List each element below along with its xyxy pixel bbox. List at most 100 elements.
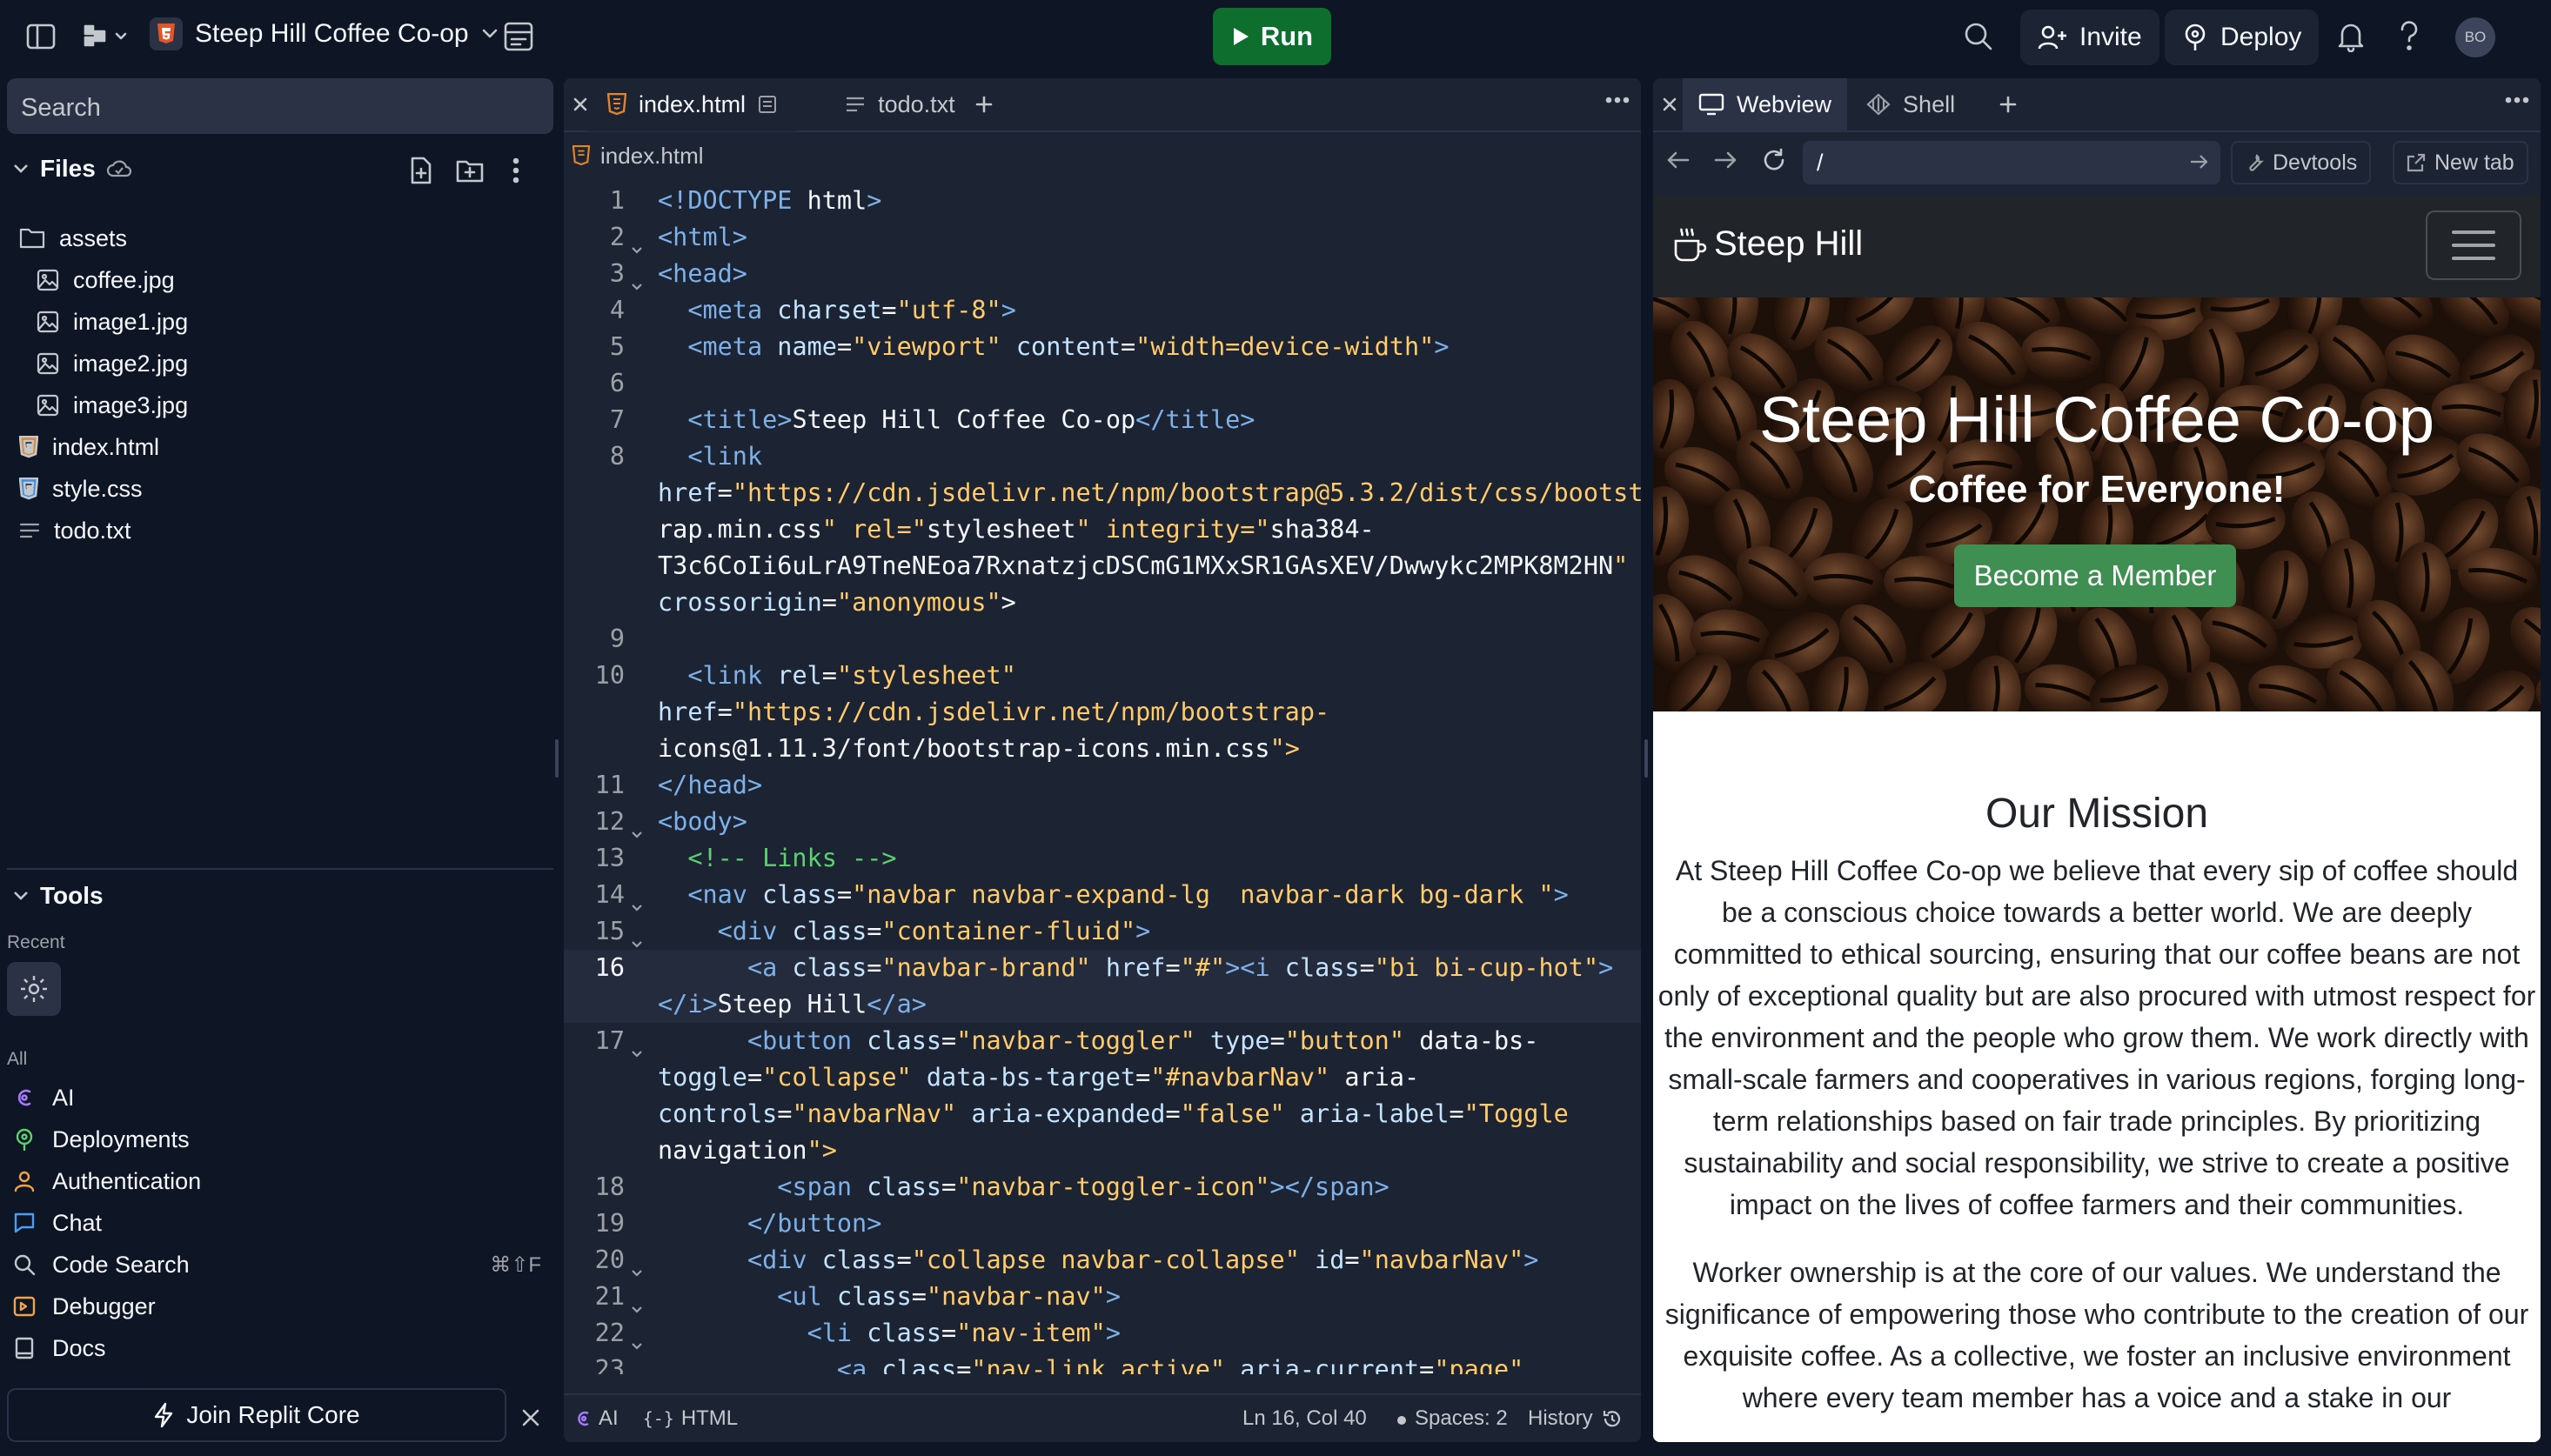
file-name: index.html (52, 433, 160, 460)
fold-chevron-icon[interactable] (630, 1291, 644, 1327)
code-area[interactable]: 1 <!DOCTYPE html> 2 <html> 3 <head> 4 <meta ch… (564, 183, 1641, 1374)
fold-chevron-icon[interactable] (630, 889, 644, 925)
file-item[interactable]: coffee.jpg (37, 259, 175, 301)
tool-label: Code Search (52, 1251, 190, 1278)
tab-todo-txt[interactable]: todo.txt (826, 78, 974, 131)
run-button[interactable]: Run (1213, 8, 1331, 65)
tool-debugger[interactable]: Debugger (12, 1286, 546, 1327)
become-member-button[interactable]: Become a Member (1954, 544, 2236, 607)
file-item[interactable]: image3.jpg (37, 384, 188, 426)
join-core-button[interactable]: Join Replit Core (7, 1388, 506, 1442)
project-switcher[interactable]: Steep Hill Coffee Co-op (150, 17, 499, 50)
sidebar-toggle-icon[interactable] (26, 23, 56, 50)
ai-status[interactable]: AI (576, 1406, 619, 1431)
deploy-icon (2185, 23, 2206, 50)
tool-label: Debugger (52, 1292, 156, 1319)
tool-chat[interactable]: Chat (12, 1202, 546, 1244)
file-item[interactable]: index.html (19, 426, 159, 468)
more-options-icon[interactable] (512, 157, 520, 184)
tab-shell[interactable]: Shell (1847, 78, 1974, 131)
tool-ai[interactable]: AI (12, 1077, 546, 1119)
language-status[interactable]: {-} HTML (643, 1406, 738, 1431)
fold-chevron-icon[interactable] (630, 1035, 644, 1072)
file-item[interactable]: image1.jpg (37, 301, 188, 343)
fold-chevron-icon[interactable] (630, 268, 644, 304)
files-title: Files (40, 155, 96, 182)
breadcrumb-file[interactable]: index.html (600, 143, 704, 170)
tool-deployments[interactable]: Deployments (12, 1119, 546, 1160)
preview-icon[interactable] (758, 95, 777, 114)
more-options-icon[interactable] (1604, 96, 1630, 104)
add-tab-icon[interactable] (1999, 95, 2018, 114)
editor-tabs: index.html todo.txt (564, 78, 1641, 132)
folder-item[interactable]: assets (19, 217, 127, 259)
tools-header[interactable]: Tools (12, 882, 104, 910)
close-icon[interactable] (520, 1407, 541, 1428)
avatar[interactable]: BO (2455, 17, 2495, 57)
line-number: 21 (594, 1282, 625, 1311)
more-options-icon[interactable] (2504, 96, 2530, 104)
close-pane-icon[interactable] (1662, 97, 1677, 112)
help-icon[interactable] (2396, 19, 2422, 54)
deploy-button[interactable]: Deploy (2165, 10, 2320, 65)
add-tab-icon[interactable] (974, 95, 994, 114)
recent-label: Recent (7, 932, 65, 952)
files-header[interactable]: Files (12, 155, 132, 183)
text-file-icon (19, 521, 40, 540)
tool-label: Deployments (52, 1125, 190, 1152)
code-line: rap.min.css" rel="stylesheet" integrity=… (658, 515, 1375, 544)
file-item[interactable]: style.css (19, 468, 143, 510)
image-file-icon (37, 311, 59, 333)
line-number: 7 (609, 405, 625, 434)
fold-chevron-icon[interactable] (630, 1327, 644, 1364)
url-input[interactable]: / (1803, 141, 2220, 184)
bell-icon[interactable] (2337, 21, 2365, 52)
indent-setting[interactable]: Spaces: 2 (1415, 1406, 1508, 1431)
fold-chevron-icon[interactable] (630, 816, 644, 852)
file-name: image3.jpg (73, 391, 189, 418)
history-button[interactable]: History (1528, 1406, 1623, 1431)
workspace-menu-icon[interactable] (84, 23, 131, 50)
tab-webview[interactable]: Webview (1683, 78, 1848, 131)
code-line: </head> (658, 771, 763, 799)
line-number: 11 (594, 771, 625, 799)
tool-code-search[interactable]: Code Search ⌘⇧F (12, 1244, 546, 1286)
fold-chevron-icon[interactable] (630, 231, 644, 268)
tab-label: index.html (639, 90, 747, 117)
reload-icon[interactable] (1761, 147, 1787, 173)
cloud-check-icon (106, 160, 131, 177)
navbar-toggler-button[interactable] (2426, 210, 2521, 280)
cursor-position[interactable]: Ln 16, Col 40 (1242, 1406, 1367, 1431)
hamburger-icon (2452, 230, 2495, 260)
language-label: HTML (680, 1406, 739, 1430)
tool-docs[interactable]: Docs (12, 1327, 546, 1369)
settings-tool-button[interactable] (7, 962, 61, 1016)
tab-index-html[interactable]: index.html (588, 78, 797, 131)
forward-arrow-icon[interactable] (1714, 150, 1738, 170)
search-icon[interactable] (1963, 21, 1994, 52)
line-number: 22 (594, 1319, 625, 1347)
new-folder-icon[interactable] (456, 158, 484, 183)
devtools-button[interactable]: Devtools (2231, 141, 2372, 184)
chevron-down-icon (14, 164, 28, 173)
resize-handle[interactable] (555, 739, 559, 778)
file-item[interactable]: todo.txt (19, 510, 131, 551)
invite-button[interactable]: Invite (2020, 10, 2159, 65)
go-arrow-icon[interactable] (2189, 153, 2210, 170)
database-icon[interactable] (503, 21, 534, 52)
project-name: Steep Hill Coffee Co-op (195, 19, 469, 48)
new-tab-button[interactable]: New tab (2393, 141, 2528, 184)
file-item[interactable]: image2.jpg (37, 343, 188, 384)
close-pane-icon[interactable] (572, 97, 588, 112)
site-brand[interactable]: Steep Hill (1672, 224, 1863, 264)
resize-handle[interactable] (1644, 739, 1648, 778)
back-arrow-icon[interactable] (1665, 150, 1690, 170)
search-input[interactable]: Search (7, 78, 553, 134)
tool-authentication[interactable]: Authentication (12, 1160, 546, 1202)
new-file-icon[interactable] (409, 157, 433, 184)
code-line: <span class="navbar-toggler-icon"></span… (777, 1172, 1389, 1201)
code-line: <html> (658, 223, 747, 251)
tab-label: Webview (1737, 90, 1832, 117)
fold-chevron-icon[interactable] (630, 1254, 644, 1291)
code-line: <div class="container-fluid"> (717, 917, 1151, 945)
